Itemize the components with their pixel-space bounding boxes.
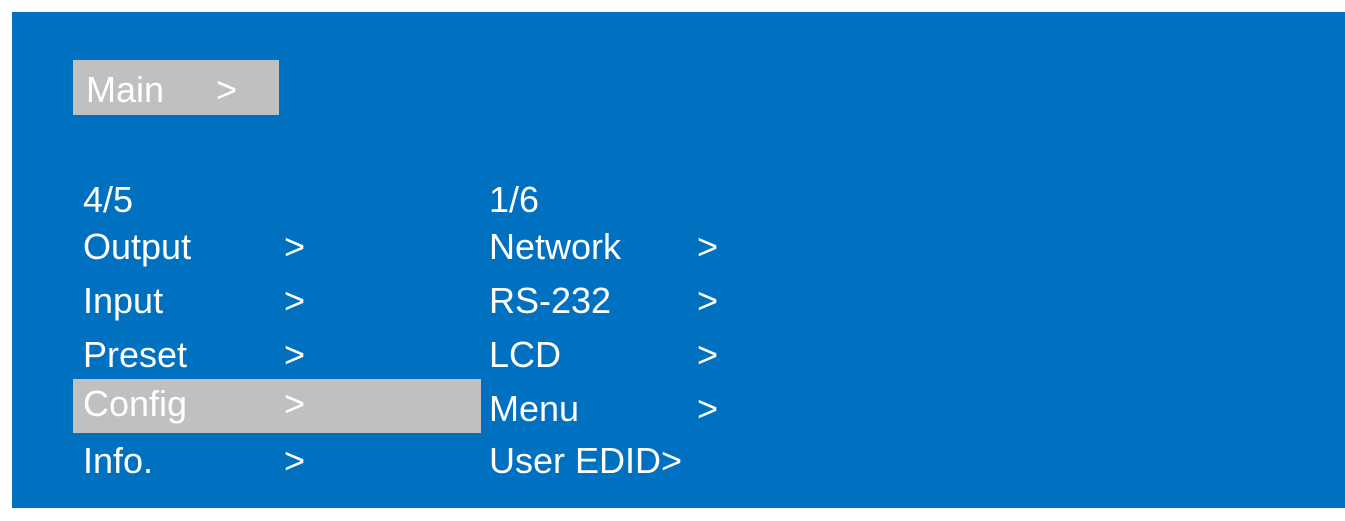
chevron-right-icon: >	[697, 388, 719, 429]
menu-item-preset[interactable]: Preset >	[73, 330, 481, 384]
menu-item-output[interactable]: Output >	[73, 222, 481, 276]
menu-item-label: Output	[83, 226, 192, 267]
chevron-right-icon: >	[284, 280, 306, 321]
submenu-item-menu[interactable]: Menu >	[479, 384, 739, 438]
menu-item-label: LCD	[489, 334, 562, 375]
menu-item-input[interactable]: Input >	[73, 276, 481, 330]
submenu-item-network[interactable]: Network >	[479, 222, 739, 276]
left-menu-page-counter: 4/5	[83, 179, 134, 220]
menu-item-label: User EDID>	[489, 440, 683, 481]
chevron-right-icon: >	[216, 69, 238, 110]
chevron-right-icon: >	[284, 334, 306, 375]
menu-item-label: Input	[83, 280, 164, 321]
chevron-right-icon: >	[697, 334, 719, 375]
menu-item-label: Info.	[83, 440, 154, 481]
chevron-right-icon: >	[284, 383, 306, 424]
menu-item-label: Config	[83, 383, 188, 424]
menu-item-label: Preset	[83, 334, 188, 375]
menu-item-config[interactable]: Config >	[73, 379, 481, 433]
breadcrumb-main[interactable]: Main >	[73, 60, 279, 115]
submenu-item-rs232[interactable]: RS-232 >	[479, 276, 739, 330]
menu-item-label: Network	[489, 226, 622, 267]
submenu-item-user-edid[interactable]: User EDID>	[479, 436, 739, 490]
osd-menu-screen: Main > 4/5 1/6 Output > Input > Preset >…	[12, 12, 1345, 508]
chevron-right-icon: >	[697, 280, 719, 321]
menu-item-info[interactable]: Info. >	[73, 436, 481, 490]
breadcrumb-label: Main	[86, 69, 165, 110]
right-menu-page-counter: 1/6	[489, 179, 540, 220]
chevron-right-icon: >	[697, 226, 719, 267]
chevron-right-icon: >	[284, 440, 306, 481]
submenu-item-lcd[interactable]: LCD >	[479, 330, 739, 384]
menu-item-label: RS-232	[489, 280, 612, 321]
chevron-right-icon: >	[284, 226, 306, 267]
menu-item-label: Menu	[489, 388, 580, 429]
